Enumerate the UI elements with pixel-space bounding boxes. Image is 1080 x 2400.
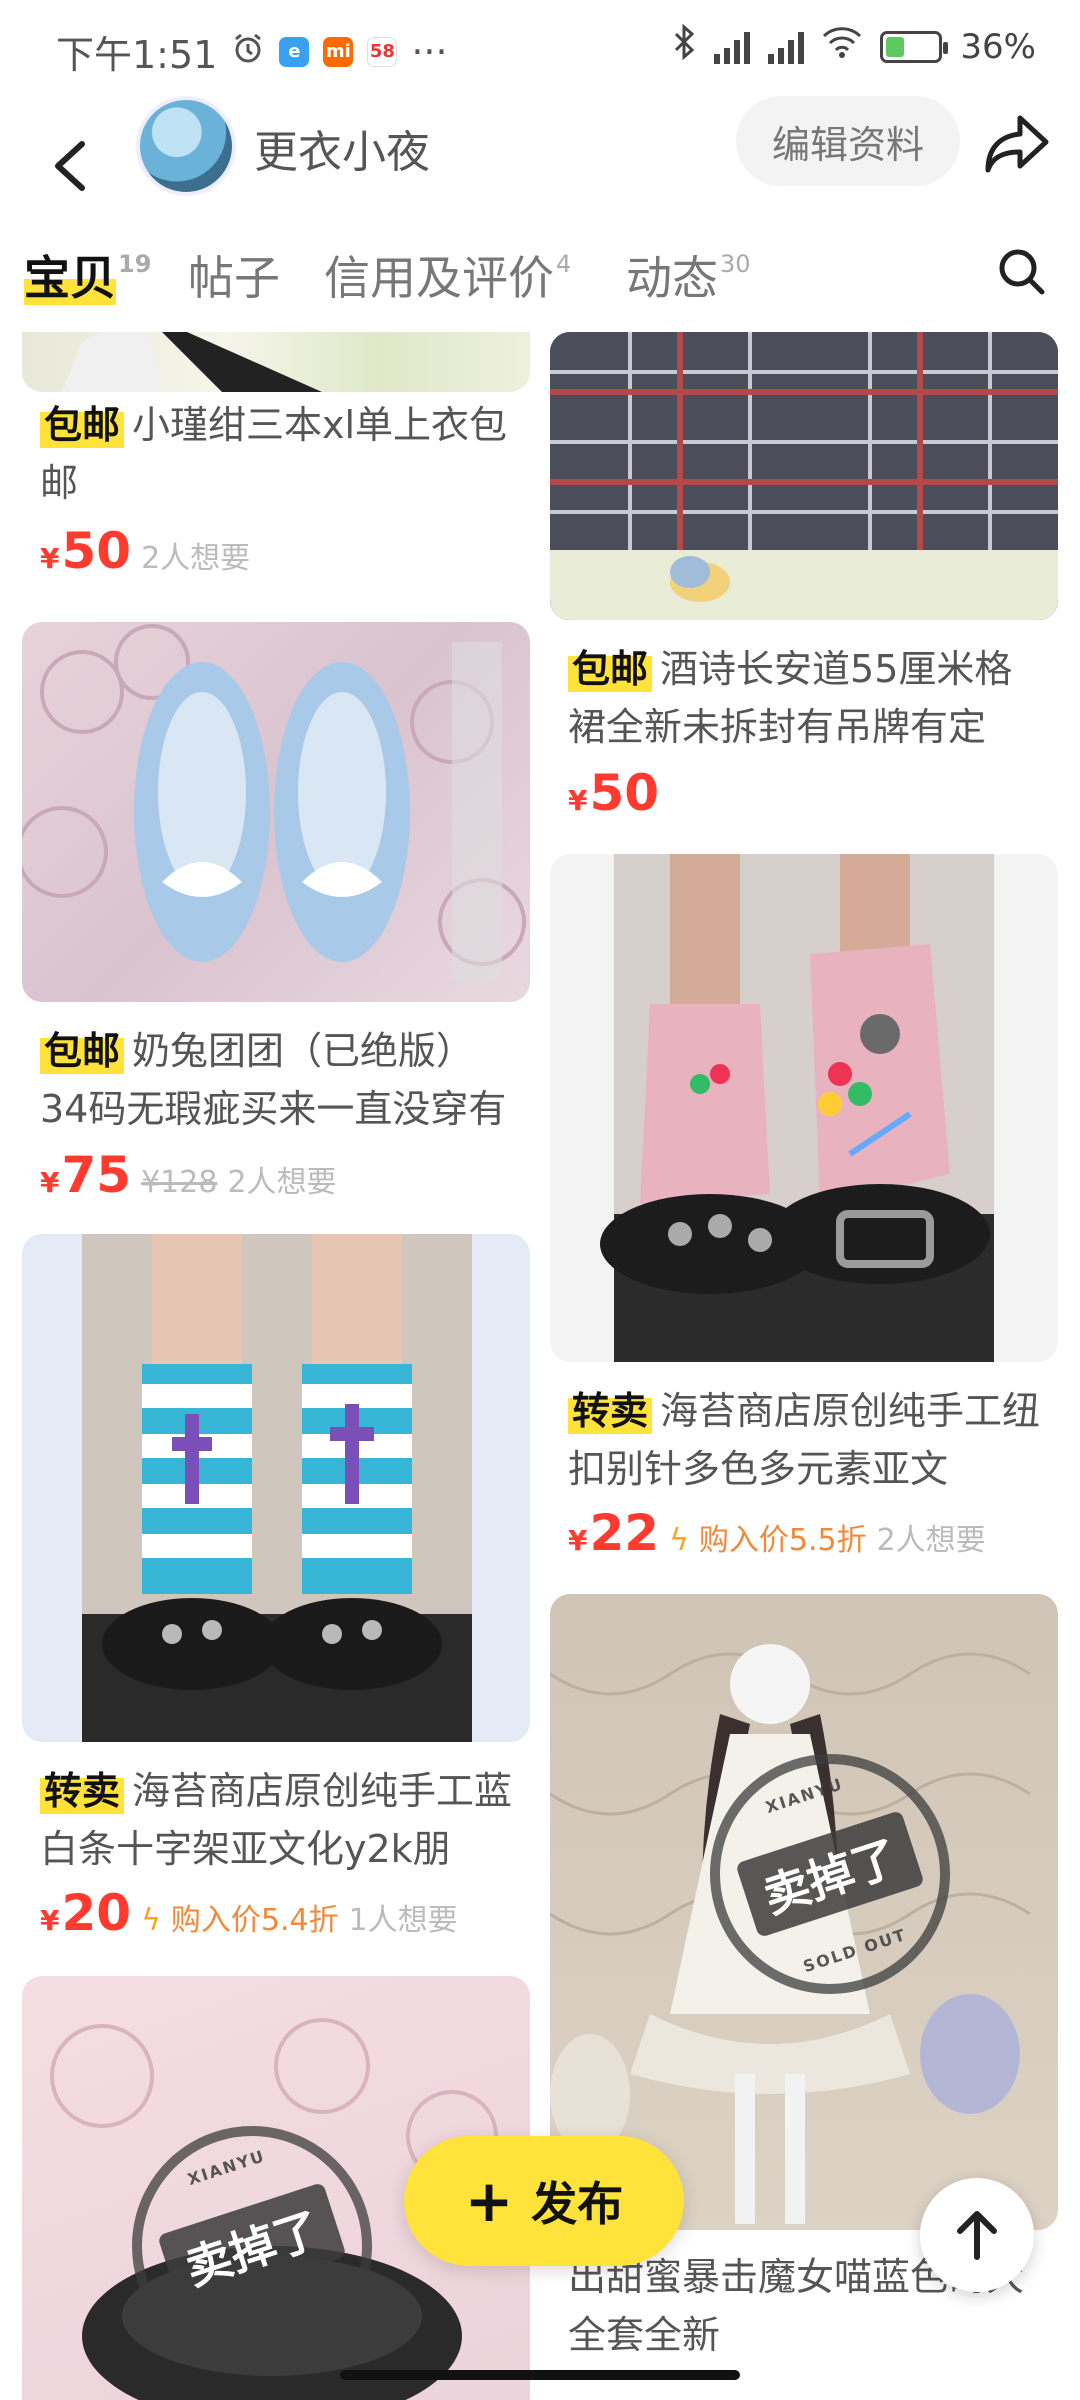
item-title: 包邮 奶兔团团（已绝版）34码无瑕疵买来一直没穿有 [40, 1022, 520, 1138]
wifi-icon [822, 26, 862, 67]
currency-symbol: ¥ [568, 1524, 588, 1557]
share-icon [985, 115, 1049, 173]
lightning-icon: ϟ [669, 1523, 689, 1558]
browser-app-icon: e [279, 36, 310, 67]
tab-label: 宝贝 [24, 251, 116, 305]
item-tag: 转卖 [568, 1388, 653, 1434]
item-card[interactable]: 转卖 海苔商店原创纯手工蓝白条十字架亚文化y2k朋 ¥20 ϟ 购入价5.4折 1人… [22, 1234, 530, 1942]
publish-button[interactable]: + 发布 [404, 2136, 684, 2266]
stamp-brand: XIANYU [763, 1774, 846, 1818]
profile-tabs: 宝贝19 帖子 信用及评价4 动态30 [0, 232, 1080, 332]
price-row: ¥20 ϟ 购入价5.4折 1人想要 [40, 1884, 458, 1942]
status-time: 下午1:51 [56, 33, 218, 77]
more-notifications-icon: ··· [411, 29, 448, 74]
back-to-top-button[interactable] [920, 2178, 1034, 2292]
currency-symbol: ¥ [40, 1166, 60, 1199]
signal-2-icon [768, 30, 805, 64]
currency-symbol: ¥ [40, 1904, 60, 1937]
status-bar: 下午1:51 e mi 58 ··· 36% [0, 0, 1080, 96]
tab-label: 帖子 [188, 251, 280, 305]
item-card[interactable]: 包邮 酒诗长安道55厘米格裙全新未拆封有吊牌有定 ¥50 [550, 332, 1058, 832]
currency-symbol: ¥ [568, 784, 588, 817]
tab-count: 19 [118, 250, 152, 278]
item-card[interactable]: 转卖 海苔商店原创纯手工纽扣别针多色多元素亚文 ¥22 ϟ 购入价5.5折 2人想要 [550, 854, 1058, 1562]
bluetooth-icon [672, 23, 696, 69]
signal-1-icon [714, 30, 751, 64]
item-price: 50 [61, 522, 132, 580]
item-price: 22 [589, 1504, 660, 1562]
price-row: ¥50 [568, 764, 659, 822]
avatar[interactable] [136, 96, 236, 196]
mi-app-icon: mi [323, 36, 354, 67]
battery-icon [880, 30, 949, 63]
stamp-en: SOLD OUT [800, 1924, 910, 1977]
purchase-discount: 购入价5.5折 [698, 1523, 867, 1558]
price-row: ¥75 ¥128 2人想要 [40, 1146, 337, 1204]
plus-icon: + [464, 2167, 514, 2235]
battery-percent: 36% [960, 26, 1036, 67]
stamp-brand: XIANYU [185, 2146, 268, 2190]
profile-header: 更衣小夜 编辑资料 [0, 96, 1080, 236]
item-tag: 包邮 [40, 402, 125, 448]
original-price: ¥128 [141, 1165, 218, 1200]
stamp-label: 卖掉了 [157, 2182, 347, 2310]
chevron-left-icon [55, 141, 85, 191]
price-row: ¥50 2人想要 [40, 522, 250, 580]
tab-count: 30 [720, 250, 751, 278]
want-count: 1人想要 [348, 1903, 458, 1938]
stamp-en: SOLD OUT [222, 2296, 332, 2349]
item-image [22, 622, 530, 1002]
item-title: 转卖 海苔商店原创纯手工纽扣别针多色多元素亚文 [568, 1382, 1048, 1498]
publish-label: 发布 [531, 2177, 624, 2231]
item-image [550, 854, 1058, 1362]
item-image [22, 1234, 530, 1742]
item-title: 转卖 海苔商店原创纯手工蓝白条十字架亚文化y2k朋 [40, 1762, 520, 1878]
currency-symbol: ¥ [40, 542, 60, 575]
item-price: 50 [589, 764, 660, 822]
purchase-discount: 购入价5.4折 [170, 1903, 339, 1938]
home-indicator[interactable] [340, 2370, 740, 2380]
nickname: 更衣小夜 [254, 127, 430, 178]
tab-credit-reviews[interactable]: 信用及评价4 [324, 242, 571, 308]
tab-activity[interactable]: 动态30 [626, 242, 751, 308]
tab-items[interactable]: 宝贝19 [24, 242, 151, 308]
edit-profile-button[interactable]: 编辑资料 [736, 96, 960, 186]
item-price: 75 [61, 1146, 132, 1204]
lightning-icon: ϟ [141, 1903, 161, 1938]
arrow-up-icon [957, 2211, 997, 2260]
stamp-label: 卖掉了 [735, 1810, 925, 1938]
item-image [22, 332, 530, 392]
item-feed: 包邮 小瑾绀三本xl单上衣包邮 ¥50 2人想要 包邮 奶兔团团（已绝版）34码… [0, 332, 1080, 2400]
share-button[interactable] [982, 108, 1052, 178]
alarm-icon [231, 30, 265, 74]
tab-label: 动态 [626, 251, 718, 305]
item-price: 20 [61, 1884, 132, 1942]
item-title: 包邮 小瑾绀三本xl单上衣包邮 [40, 396, 520, 512]
price-row: ¥22 ϟ 购入价5.5折 2人想要 [568, 1504, 986, 1562]
search-icon [999, 249, 1045, 295]
want-count: 2人想要 [141, 541, 251, 576]
item-image: XIANYU 卖掉了 SOLD OUT [550, 1594, 1058, 2230]
back-button[interactable] [40, 126, 100, 206]
want-count: 2人想要 [876, 1523, 986, 1558]
item-card[interactable]: 包邮 奶兔团团（已绝版）34码无瑕疵买来一直没穿有 ¥75 ¥128 2人想要 [22, 622, 530, 1222]
item-image [550, 332, 1058, 620]
tab-count: 4 [556, 250, 572, 278]
item-tag: 包邮 [568, 646, 653, 692]
item-tag: 转卖 [40, 1768, 125, 1814]
search-button[interactable] [992, 242, 1052, 302]
item-card[interactable]: 包邮 小瑾绀三本xl单上衣包邮 ¥50 2人想要 [22, 332, 530, 592]
want-count: 2人想要 [227, 1165, 337, 1200]
item-title: 包邮 酒诗长安道55厘米格裙全新未拆封有吊牌有定 [568, 640, 1048, 756]
tab-posts[interactable]: 帖子 [188, 242, 280, 308]
58-app-icon: 58 [367, 36, 398, 67]
item-tag: 包邮 [40, 1028, 125, 1074]
tab-label: 信用及评价 [324, 251, 554, 305]
